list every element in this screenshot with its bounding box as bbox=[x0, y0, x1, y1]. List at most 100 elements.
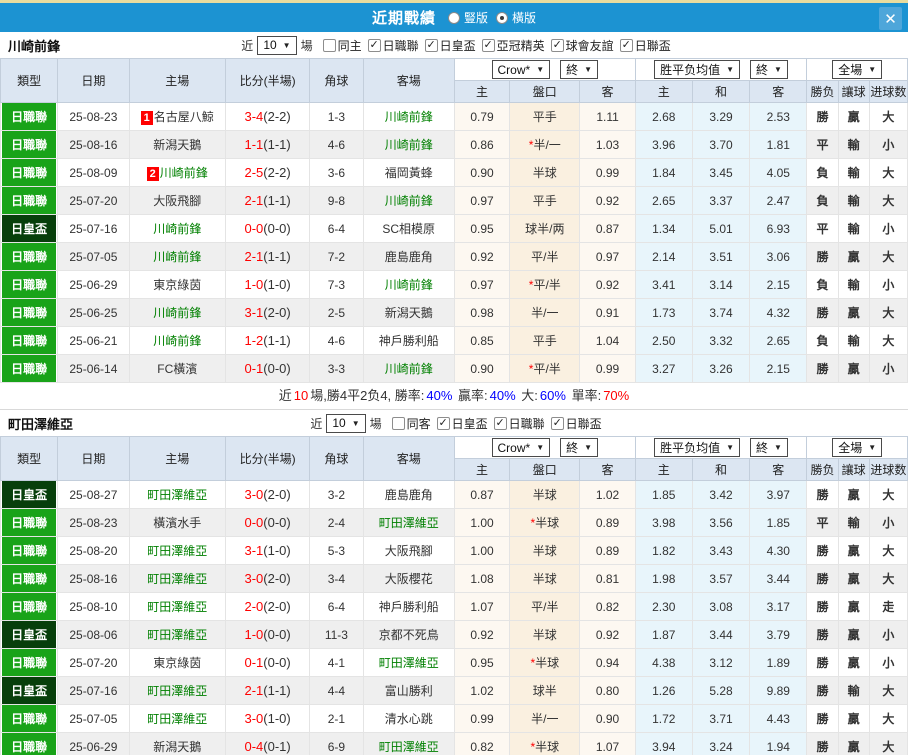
away-team-name: 鹿島鹿角 bbox=[384, 488, 433, 502]
match-count-select[interactable]: 10 ▼ bbox=[326, 413, 366, 433]
match-type-cell: 日職聯 bbox=[0, 158, 59, 187]
col-header-away: 客場 bbox=[362, 58, 455, 103]
avg-type-select[interactable]: 胜平负均值 ▼ bbox=[654, 60, 741, 79]
summary-segment: 贏率: bbox=[454, 388, 488, 403]
chevron-down-icon: ▼ bbox=[726, 65, 735, 74]
avg-home: 1.73 bbox=[634, 298, 693, 327]
league-checkbox[interactable]: ✓ 亞冠精英 bbox=[481, 37, 545, 54]
col-header-avg-home: 主 bbox=[634, 458, 693, 481]
col-header-result-goals: 进球数 bbox=[868, 80, 908, 103]
chevron-down-icon: ▼ bbox=[774, 65, 782, 74]
match-type-badge: 日職聯 bbox=[2, 565, 57, 592]
col-header-score: 比分(半場) bbox=[224, 436, 311, 481]
table-row: 日職聯 25-08-23 1 名古屋八鯨 3-4(2-2) 1-3 川崎前鋒 0.79 平手 1.… bbox=[0, 102, 908, 131]
col-header-odds-handicap: 盤口 bbox=[509, 80, 581, 103]
near-label: 近 bbox=[241, 38, 254, 53]
same-venue-checkbox[interactable]: 同客 bbox=[391, 415, 431, 432]
fulltime-score: 2-1 bbox=[244, 683, 264, 698]
odds-company-select[interactable]: Crow* ▼ bbox=[491, 60, 551, 79]
away-team-name: 川崎前鋒 bbox=[384, 278, 433, 292]
odds-away: 0.90 bbox=[579, 704, 636, 733]
close-button[interactable]: ✕ bbox=[879, 7, 902, 30]
odds-home: 0.95 bbox=[453, 648, 511, 677]
avg-final-select[interactable]: 終 ▼ bbox=[750, 438, 788, 457]
league-checkbox[interactable]: ✓ 日聯盃 bbox=[619, 37, 671, 54]
league-checkbox[interactable]: ✓ 日皇盃 bbox=[436, 415, 488, 432]
handicap-text: 平手 bbox=[532, 334, 557, 348]
result-goals: 大 bbox=[868, 536, 908, 565]
away-team-cell: 川崎前鋒 bbox=[362, 270, 455, 299]
avg-type-select-value: 胜平负均值 bbox=[660, 63, 721, 77]
odds-handicap: 半球 bbox=[509, 564, 581, 593]
score-cell: 1-0(0-0) bbox=[224, 620, 311, 649]
avg-away: 2.15 bbox=[749, 270, 808, 299]
match-type-cell: 日職聯 bbox=[0, 270, 59, 299]
odds-final-select-value: 終 bbox=[566, 441, 579, 455]
league-checkbox[interactable]: ✓ 日職聯 bbox=[367, 37, 419, 54]
away-team-name: 清水心跳 bbox=[384, 712, 433, 726]
result-wdl: 勝 bbox=[806, 102, 839, 131]
layout-radio-option[interactable]: 橫版 bbox=[496, 9, 536, 26]
summary-line: 近 10 場,勝4平2负4, 勝率: 40% 贏率: 40% 大: 60% 單率: 70% bbox=[0, 383, 908, 409]
odds-final-select[interactable]: 終 ▼ bbox=[560, 438, 599, 457]
result-wdl: 勝 bbox=[806, 648, 839, 677]
league-checkbox[interactable]: ✓ 日聯盃 bbox=[550, 415, 602, 432]
near-label: 近 bbox=[310, 416, 323, 431]
match-type-cell: 日皇盃 bbox=[0, 620, 59, 649]
odds-handicap: *半球 bbox=[509, 508, 581, 537]
league-checkbox[interactable]: ✓ 日皇盃 bbox=[424, 37, 476, 54]
corners-cell: 3-2 bbox=[309, 480, 364, 509]
col-header-date: 日期 bbox=[57, 58, 130, 103]
odds-home: 0.90 bbox=[453, 354, 511, 383]
odds-final-select[interactable]: 終 ▼ bbox=[560, 60, 599, 79]
fulltime-score: 1-0 bbox=[244, 627, 264, 642]
fulltime-score: 3-0 bbox=[244, 711, 264, 726]
away-team-cell: 大阪飛腳 bbox=[362, 536, 455, 565]
avg-home: 2.50 bbox=[634, 326, 693, 355]
match-type-cell: 日職聯 bbox=[0, 536, 59, 565]
away-team-name: 京都不死鳥 bbox=[378, 628, 439, 642]
fulltime-score: 0-0 bbox=[244, 515, 264, 530]
col-header-home: 主場 bbox=[128, 436, 226, 481]
odds-group-header: Crow* ▼ 終 ▼ bbox=[453, 58, 636, 81]
table-row: 日職聯 25-08-09 2 川崎前鋒 2-5(2-2) 3-6 福岡黃蜂 0.90 半球 0.9… bbox=[0, 158, 908, 187]
fullgame-select[interactable]: 全場 ▼ bbox=[832, 438, 883, 457]
corners-cell: 3-6 bbox=[309, 158, 364, 187]
odds-company-select[interactable]: Crow* ▼ bbox=[491, 438, 551, 457]
odds-home: 0.95 bbox=[453, 214, 511, 243]
match-count-select[interactable]: 10 ▼ bbox=[257, 35, 297, 55]
col-header-avg-home: 主 bbox=[634, 80, 693, 103]
home-team-cell: 町田澤維亞 bbox=[128, 676, 226, 705]
col-header-type: 類型 bbox=[0, 436, 59, 481]
same-venue-checkbox[interactable]: 同主 bbox=[322, 37, 362, 54]
league-checkbox[interactable]: ✓ 球會友誼 bbox=[550, 37, 614, 54]
result-handicap: 輸 bbox=[837, 186, 870, 215]
avg-home: 1.82 bbox=[634, 536, 693, 565]
home-team-cell: FC橫濱 bbox=[128, 354, 226, 383]
match-type-badge: 日職聯 bbox=[2, 103, 57, 130]
avg-away: 1.81 bbox=[749, 130, 808, 159]
odds-away: 0.99 bbox=[579, 354, 636, 383]
league-checkbox[interactable]: ✓ 日職聯 bbox=[493, 415, 545, 432]
avg-home: 1.87 bbox=[634, 620, 693, 649]
rank-badge: 2 bbox=[146, 167, 159, 181]
halftime-score: (1-1) bbox=[263, 683, 291, 698]
fullgame-group-header: 全場 ▼ bbox=[806, 436, 908, 459]
away-team-name: 川崎前鋒 bbox=[384, 110, 433, 124]
col-header-corners: 角球 bbox=[309, 58, 364, 103]
avg-type-select[interactable]: 胜平负均值 ▼ bbox=[654, 438, 741, 457]
match-date: 25-08-23 bbox=[57, 102, 130, 131]
score-cell: 1-1(1-1) bbox=[224, 130, 311, 159]
avg-final-select-value: 終 bbox=[756, 63, 769, 77]
corners-cell: 3-4 bbox=[309, 564, 364, 593]
result-handicap: 輸 bbox=[837, 130, 870, 159]
score-cell: 3-0(2-0) bbox=[224, 480, 311, 509]
away-team-name: 大阪櫻花 bbox=[384, 572, 433, 586]
away-team-name: 神戶勝利船 bbox=[378, 600, 439, 614]
fullgame-select[interactable]: 全場 ▼ bbox=[832, 60, 883, 79]
home-team-name: 町田澤維亞 bbox=[147, 600, 208, 614]
match-type-badge: 日皇盃 bbox=[2, 215, 57, 242]
home-team-name: 町田澤維亞 bbox=[147, 488, 208, 502]
avg-final-select[interactable]: 終 ▼ bbox=[750, 60, 788, 79]
layout-radio-option[interactable]: 豎版 bbox=[447, 9, 488, 26]
